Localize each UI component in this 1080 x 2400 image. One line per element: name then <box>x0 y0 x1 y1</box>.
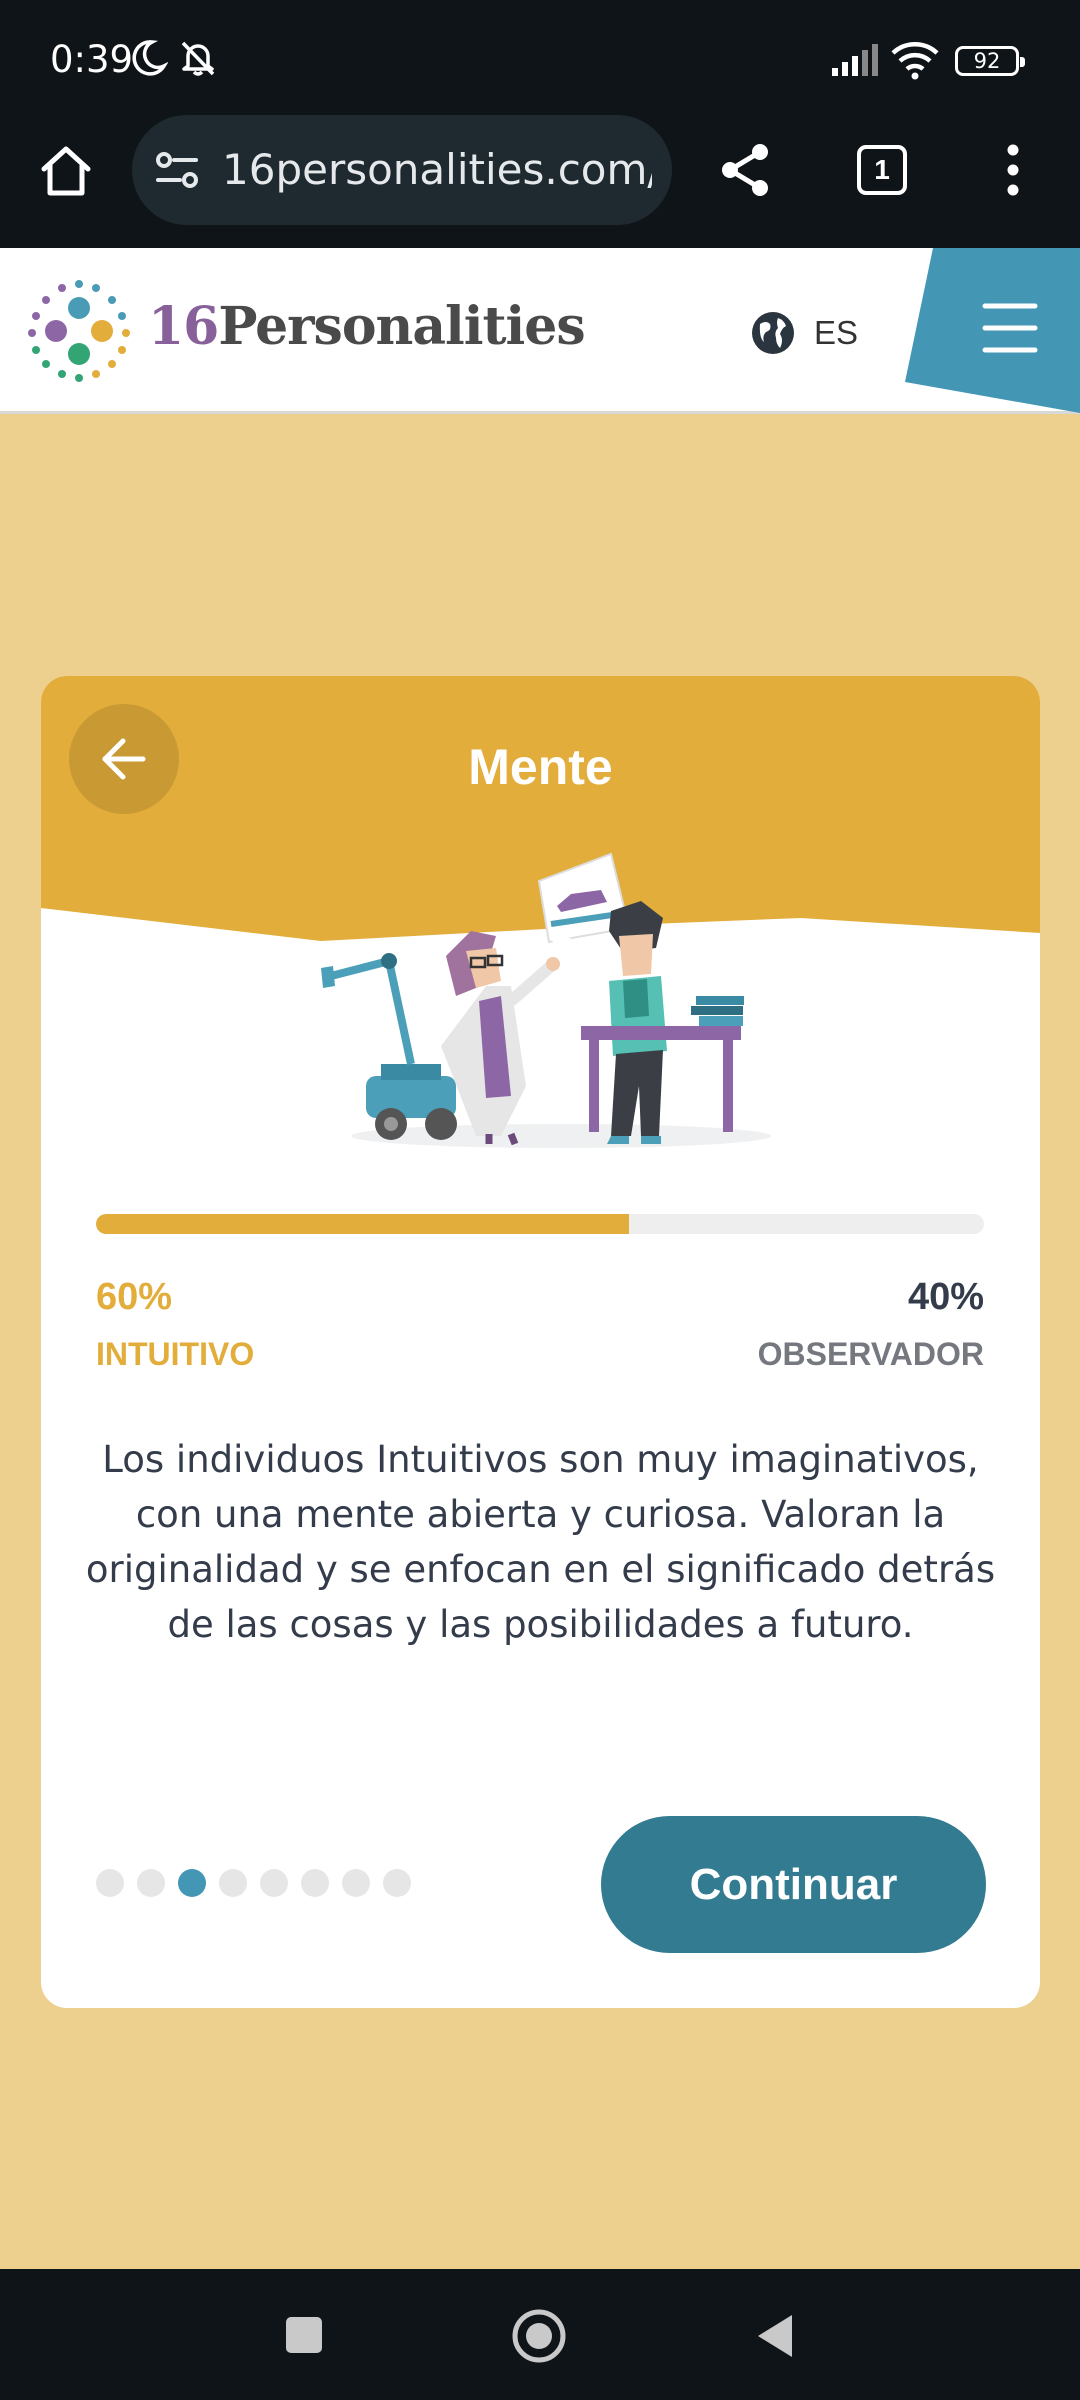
step-dot <box>383 1869 411 1897</box>
address-bar[interactable]: 16personalities.com/es <box>132 115 672 225</box>
site-settings-icon[interactable] <box>154 147 200 193</box>
back-nav-icon[interactable] <box>752 2311 798 2361</box>
mind-illustration <box>321 852 771 1148</box>
logo-wordmark[interactable]: 16Personalities <box>148 296 586 357</box>
card-title: Mente <box>468 739 613 795</box>
trait-description: Los individuos Intuitivos son muy imagin… <box>85 1438 996 1646</box>
url-text[interactable]: 16personalities.com/es <box>222 145 652 194</box>
home-icon[interactable] <box>38 143 94 199</box>
battery-indicator: 92 <box>955 46 1025 76</box>
step-dot <box>301 1869 329 1897</box>
step-dot <box>96 1869 124 1897</box>
step-dot <box>137 1869 165 1897</box>
step-dot <box>260 1869 288 1897</box>
intuitive-percent: 60% <box>96 1276 173 1318</box>
observant-label: OBSERVADOR <box>757 1336 984 1372</box>
more-options-icon[interactable] <box>998 140 1028 200</box>
home-nav-icon[interactable] <box>510 2307 568 2365</box>
status-bar: 0:39 92 <box>0 0 1080 118</box>
result-card: Mente 60% 40% INTUITIVO OBSERVADOR Los i… <box>41 676 1040 2008</box>
observant-percent: 40% <box>907 1276 984 1318</box>
intuitive-label: INTUITIVO <box>96 1336 255 1372</box>
signal-icon <box>832 44 878 76</box>
recents-icon[interactable] <box>282 2313 326 2357</box>
step-dot <box>342 1869 370 1897</box>
menu-button[interactable] <box>905 248 1080 413</box>
progress-fill <box>96 1214 629 1234</box>
language-selector[interactable]: ES <box>750 310 858 356</box>
logo-number: 16 <box>148 296 219 357</box>
language-label: ES <box>814 314 859 351</box>
step-dot <box>219 1869 247 1897</box>
system-nav-bar <box>0 2269 1080 2400</box>
continue-button[interactable]: Continuar <box>601 1816 986 1953</box>
progress-bar <box>96 1214 984 1234</box>
tab-switcher-button[interactable]: 1 <box>857 145 907 195</box>
logo-word: Personalities <box>218 296 585 357</box>
moon-icon <box>132 40 168 76</box>
wifi-icon <box>891 42 939 80</box>
logo-icon[interactable] <box>24 276 134 386</box>
bell-off-icon <box>181 41 215 76</box>
globe-icon <box>752 312 794 354</box>
step-dot <box>178 1869 206 1897</box>
status-time: 0:39 <box>50 38 134 81</box>
share-icon[interactable] <box>716 140 776 200</box>
step-indicator <box>96 1869 411 1897</box>
